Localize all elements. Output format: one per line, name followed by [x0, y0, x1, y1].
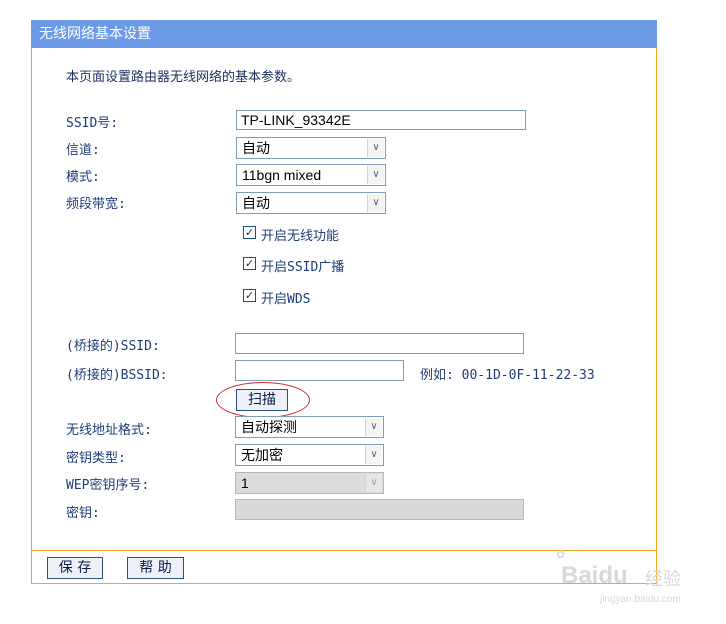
ssid-broadcast-label: 开启SSID广播 [261, 260, 345, 275]
ssid-label: SSID号: [66, 116, 119, 131]
wep-index-value: 1 [241, 475, 249, 491]
mode-label: 模式: [66, 170, 100, 185]
ssid-input[interactable]: TP-LINK_93342E [236, 110, 526, 130]
watermark-suffix: 经验 [645, 569, 681, 590]
watermark-brand: Baidu [561, 562, 628, 589]
bridged-ssid-label: (桥接的)SSID: [66, 339, 160, 354]
wireless-enable-checkbox[interactable]: ✓ [243, 226, 256, 239]
chevron-down-icon[interactable]: ∨ [365, 446, 382, 464]
mode-select[interactable]: 11bgn mixed ∨ [236, 164, 386, 186]
chevron-down-icon[interactable]: ∨ [365, 418, 382, 436]
bssid-example-text: 例如: 00-1D-0F-11-22-33 [420, 368, 595, 383]
bandwidth-label: 频段带宽: [66, 197, 126, 212]
wds-checkbox[interactable]: ✓ [243, 289, 256, 302]
chevron-down-icon: ∨ [365, 474, 382, 492]
address-format-select[interactable]: 自动探测 ∨ [235, 416, 384, 438]
key-type-value: 无加密 [241, 447, 283, 463]
key-label: 密钥: [66, 506, 100, 521]
panel-title: 无线网络基本设置 [31, 20, 657, 48]
wireless-enable-label: 开启无线功能 [261, 229, 340, 244]
page-description: 本页面设置路由器无线网络的基本参数。 [66, 70, 301, 85]
channel-value: 自动 [242, 140, 270, 156]
key-type-label: 密钥类型: [66, 451, 126, 466]
bridged-ssid-input[interactable] [235, 333, 524, 354]
save-button[interactable]: 保 存 [47, 557, 103, 579]
ssid-broadcast-checkbox[interactable]: ✓ [243, 257, 256, 270]
mode-value: 11bgn mixed [242, 167, 322, 183]
chevron-down-icon[interactable]: ∨ [367, 166, 384, 184]
bandwidth-value: 自动 [242, 195, 270, 211]
wds-label: 开启WDS [261, 292, 311, 307]
paw-icon: ✿ [556, 548, 566, 561]
chevron-down-icon[interactable]: ∨ [367, 194, 384, 212]
highlight-circle [216, 382, 310, 418]
channel-select[interactable]: 自动 ∨ [236, 137, 386, 159]
address-format-value: 自动探测 [241, 419, 297, 435]
bridged-bssid-label: (桥接的)BSSID: [66, 368, 168, 383]
wep-index-select: 1 ∨ [235, 472, 384, 494]
wep-index-label: WEP密钥序号: [66, 478, 150, 493]
key-type-select[interactable]: 无加密 ∨ [235, 444, 384, 466]
watermark-url: jingyan.baidu.com [600, 594, 681, 605]
channel-label: 信道: [66, 143, 100, 158]
address-format-label: 无线地址格式: [66, 423, 152, 438]
chevron-down-icon[interactable]: ∨ [367, 139, 384, 157]
bandwidth-select[interactable]: 自动 ∨ [236, 192, 386, 214]
key-input [235, 499, 524, 520]
bridged-bssid-input[interactable] [235, 360, 404, 381]
help-button[interactable]: 帮 助 [127, 557, 184, 579]
